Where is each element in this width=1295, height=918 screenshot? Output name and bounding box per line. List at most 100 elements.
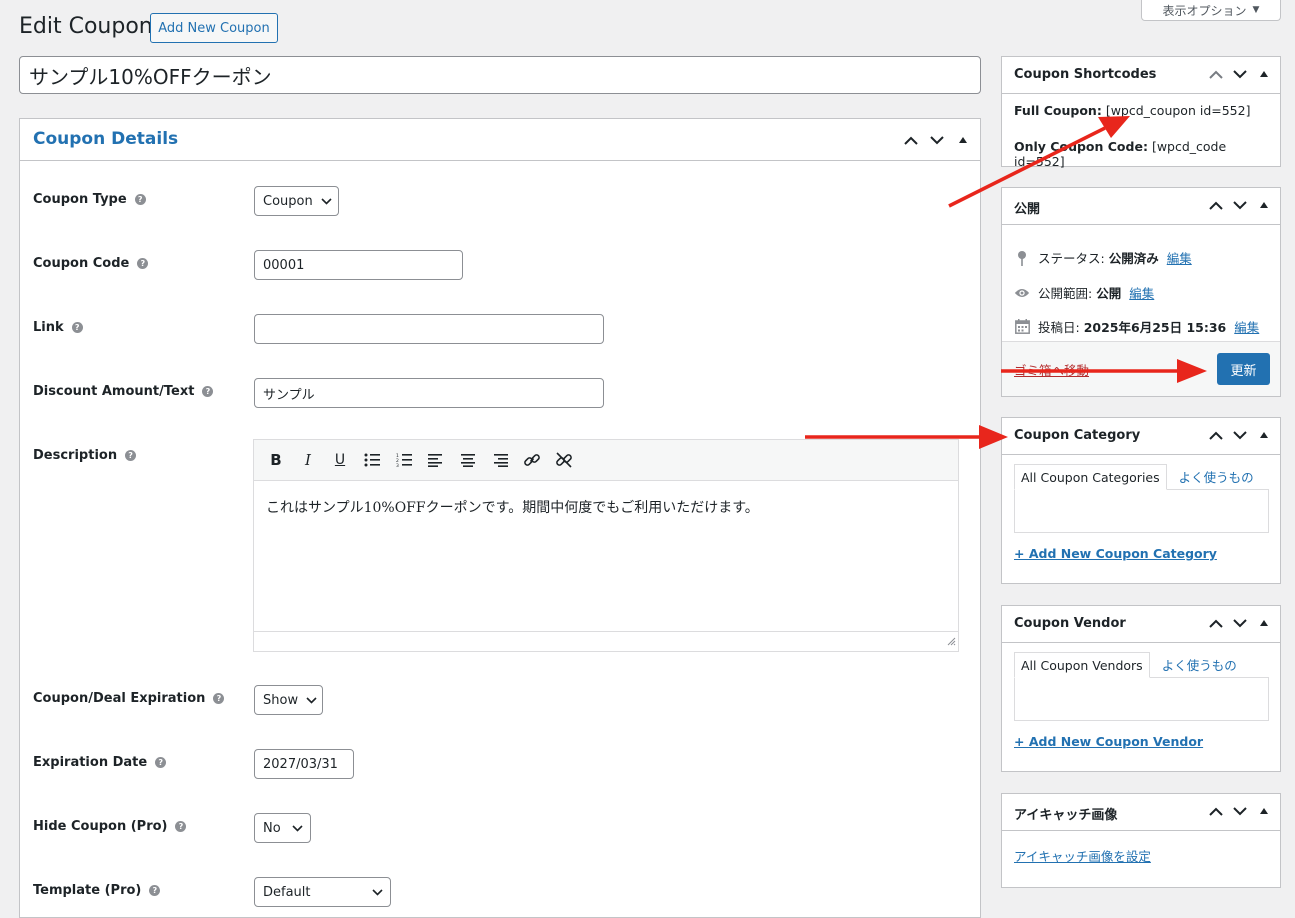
description-editor: B I U 123 これはサンプル10%OFFクーポンです。期間中何度でもご利用… bbox=[253, 439, 959, 652]
category-checklist bbox=[1014, 489, 1269, 533]
collapse-toggle-icon[interactable] bbox=[1256, 427, 1272, 443]
tab-all-coupon-vendors[interactable]: All Coupon Vendors bbox=[1014, 652, 1150, 678]
add-new-coupon-button[interactable]: Add New Coupon bbox=[150, 13, 278, 43]
screen-options-label: 表示オプション bbox=[1162, 3, 1247, 18]
align-left-icon[interactable] bbox=[424, 448, 448, 472]
description-label: Description ? bbox=[33, 448, 137, 463]
update-button[interactable]: 更新 bbox=[1217, 353, 1270, 385]
description-content[interactable]: これはサンプル10%OFFクーポンです。期間中何度でもご利用いただけます。 bbox=[254, 481, 958, 533]
help-icon[interactable]: ? bbox=[71, 322, 83, 333]
link-input[interactable] bbox=[254, 314, 604, 344]
numbered-list-icon[interactable]: 123 bbox=[392, 448, 416, 472]
hide-coupon-select[interactable]: No bbox=[254, 813, 311, 843]
tab-most-used-categories[interactable]: よく使うもの bbox=[1167, 462, 1266, 490]
move-up-icon[interactable] bbox=[1208, 803, 1224, 819]
move-down-icon[interactable] bbox=[1232, 197, 1248, 213]
coupon-code-label: Coupon Code ? bbox=[33, 256, 149, 271]
featured-image-header: アイキャッチ画像 bbox=[1002, 794, 1280, 831]
edit-date-link[interactable]: 編集 bbox=[1234, 317, 1259, 336]
help-icon[interactable]: ? bbox=[202, 386, 214, 397]
add-new-coupon-category-link[interactable]: + Add New Coupon Category bbox=[1014, 546, 1217, 561]
expiration-label: Coupon/Deal Expiration ? bbox=[33, 691, 225, 706]
post-title-input[interactable]: サンプル10%OFFクーポン bbox=[19, 56, 981, 94]
move-down-icon[interactable] bbox=[1232, 615, 1248, 631]
collapse-toggle-icon[interactable] bbox=[1256, 197, 1272, 213]
template-select[interactable]: Default bbox=[254, 877, 391, 907]
move-up-icon[interactable] bbox=[1208, 615, 1224, 631]
unlink-icon[interactable] bbox=[552, 448, 576, 472]
publish-visibility-row: 公開範囲: 公開 編集 bbox=[1014, 283, 1154, 302]
italic-icon[interactable]: I bbox=[296, 448, 320, 472]
coupon-vendor-title: Coupon Vendor bbox=[1014, 616, 1126, 631]
vendor-tabs: All Coupon Vendors よく使うもの bbox=[1014, 650, 1249, 678]
template-label: Template (Pro) ? bbox=[33, 883, 161, 898]
collapse-toggle-icon[interactable] bbox=[954, 131, 972, 149]
box-controls bbox=[902, 131, 972, 149]
move-down-icon[interactable] bbox=[1232, 66, 1248, 82]
tab-most-used-vendors[interactable]: よく使うもの bbox=[1150, 650, 1249, 678]
move-up-icon[interactable] bbox=[1208, 197, 1224, 213]
add-new-coupon-vendor-link[interactable]: + Add New Coupon Vendor bbox=[1014, 734, 1203, 749]
align-right-icon[interactable] bbox=[488, 448, 512, 472]
hide-coupon-label: Hide Coupon (Pro) ? bbox=[33, 819, 187, 834]
expiration-date-input[interactable]: 2027/03/31 bbox=[254, 749, 354, 779]
discount-input[interactable]: サンプル bbox=[254, 378, 604, 408]
chevron-down-icon bbox=[306, 693, 317, 708]
help-icon[interactable]: ? bbox=[149, 885, 161, 896]
coupon-details-box: Coupon Details Coupon Type ? Coupon Coup… bbox=[19, 118, 981, 918]
publish-header: 公開 bbox=[1002, 188, 1280, 225]
underline-icon[interactable]: U bbox=[328, 448, 352, 472]
link-label: Link ? bbox=[33, 320, 83, 335]
box-controls bbox=[1208, 615, 1272, 631]
publish-actions: ゴミ箱へ移動 更新 bbox=[1002, 341, 1280, 396]
chevron-down-icon bbox=[372, 885, 383, 900]
calendar-icon bbox=[1014, 319, 1030, 334]
collapse-toggle-icon[interactable] bbox=[1256, 803, 1272, 819]
help-icon[interactable]: ? bbox=[175, 821, 187, 832]
resize-handle-icon[interactable] bbox=[947, 635, 956, 650]
discount-label: Discount Amount/Text ? bbox=[33, 384, 214, 399]
move-to-trash-link[interactable]: ゴミ箱へ移動 bbox=[1014, 360, 1089, 379]
align-center-icon[interactable] bbox=[456, 448, 480, 472]
eye-icon bbox=[1014, 287, 1030, 299]
edit-status-link[interactable]: 編集 bbox=[1167, 248, 1192, 267]
coupon-category-header: Coupon Category bbox=[1002, 418, 1280, 455]
box-controls bbox=[1208, 803, 1272, 819]
publish-title: 公開 bbox=[1014, 202, 1041, 217]
featured-image-box: アイキャッチ画像 アイキャッチ画像を設定 bbox=[1001, 793, 1281, 888]
box-controls bbox=[1208, 427, 1272, 443]
screen-options-button[interactable]: 表示オプション ▼ bbox=[1141, 0, 1281, 21]
coupon-category-box: Coupon Category All Coupon Categories よく… bbox=[1001, 417, 1281, 584]
coupon-type-select[interactable]: Coupon bbox=[254, 186, 339, 216]
svg-text:3: 3 bbox=[396, 463, 399, 467]
move-up-icon[interactable] bbox=[1208, 427, 1224, 443]
expiration-select[interactable]: Show bbox=[254, 685, 323, 715]
coupon-details-title: Coupon Details bbox=[33, 129, 179, 149]
move-up-icon[interactable] bbox=[1208, 66, 1224, 82]
help-icon[interactable]: ? bbox=[137, 258, 149, 269]
category-tabs: All Coupon Categories よく使うもの bbox=[1014, 462, 1266, 490]
edit-visibility-link[interactable]: 編集 bbox=[1129, 283, 1154, 302]
chevron-down-icon bbox=[292, 821, 303, 836]
help-icon[interactable]: ? bbox=[134, 194, 146, 205]
featured-image-title: アイキャッチ画像 bbox=[1014, 808, 1118, 823]
help-icon[interactable]: ? bbox=[213, 693, 225, 704]
help-icon[interactable]: ? bbox=[125, 450, 137, 461]
coupon-vendor-header: Coupon Vendor bbox=[1002, 606, 1280, 643]
tab-all-coupon-categories[interactable]: All Coupon Categories bbox=[1014, 464, 1167, 490]
move-down-icon[interactable] bbox=[1232, 427, 1248, 443]
bullet-list-icon[interactable] bbox=[360, 448, 384, 472]
vendor-checklist bbox=[1014, 677, 1269, 721]
move-down-icon[interactable] bbox=[1232, 803, 1248, 819]
collapse-toggle-icon[interactable] bbox=[1256, 615, 1272, 631]
help-icon[interactable]: ? bbox=[155, 757, 167, 768]
move-up-icon[interactable] bbox=[902, 131, 920, 149]
bold-icon[interactable]: B bbox=[264, 448, 288, 472]
link-icon[interactable] bbox=[520, 448, 544, 472]
editor-toolbar: B I U 123 bbox=[254, 440, 958, 481]
move-down-icon[interactable] bbox=[928, 131, 946, 149]
set-featured-image-link[interactable]: アイキャッチ画像を設定 bbox=[1014, 846, 1151, 865]
collapse-toggle-icon[interactable] bbox=[1256, 66, 1272, 82]
coupon-shortcodes-box: Coupon Shortcodes Full Coupon: [wpcd_cou… bbox=[1001, 56, 1281, 169]
coupon-code-input[interactable]: 00001 bbox=[254, 250, 463, 280]
